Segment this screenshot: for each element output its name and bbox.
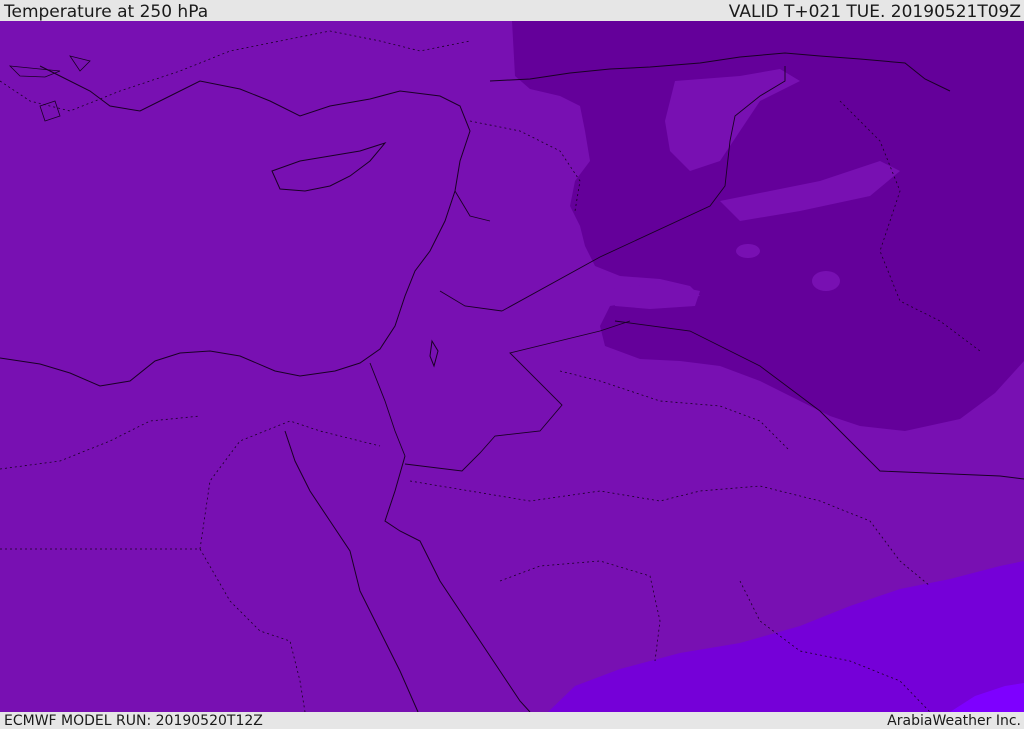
- valid-time-label: VALID T+021 TUE. 20190521T09Z: [728, 2, 1021, 22]
- temperature-pocket: [736, 244, 760, 258]
- header-bar: Temperature at 250 hPa VALID T+021 TUE. …: [0, 0, 1024, 21]
- temperature-map: [0, 21, 1024, 712]
- credit-label: ArabiaWeather Inc.: [887, 713, 1021, 729]
- footer-bar: ECMWF MODEL RUN: 20190520T12Z ArabiaWeat…: [0, 712, 1024, 729]
- map-title: Temperature at 250 hPa: [4, 2, 209, 22]
- model-run-label: ECMWF MODEL RUN: 20190520T12Z: [4, 713, 263, 729]
- temperature-pocket: [812, 271, 840, 291]
